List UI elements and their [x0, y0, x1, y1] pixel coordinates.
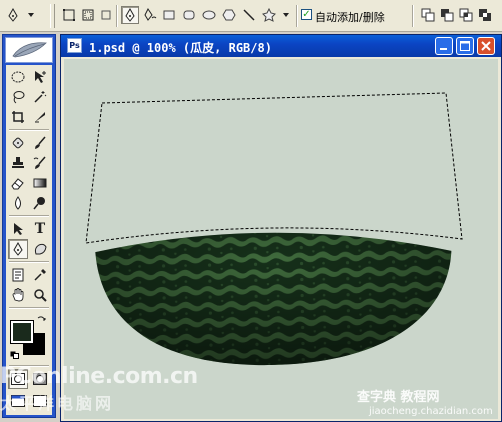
- minimize-button[interactable]: [435, 37, 453, 55]
- toolbox-body: T: [6, 65, 52, 415]
- pen-tool-icon[interactable]: [8, 239, 28, 259]
- maximize-icon: [460, 41, 470, 51]
- magic-wand-icon[interactable]: [30, 87, 50, 107]
- auto-add-delete-label: 自动添加/删除: [315, 11, 385, 24]
- dodge-tool-icon[interactable]: [30, 193, 50, 213]
- blur-tool-icon[interactable]: [8, 193, 28, 213]
- toolbox-palette: T: [2, 34, 56, 418]
- toolbar-grip: [50, 4, 55, 28]
- custom-shape-icon[interactable]: [260, 6, 278, 24]
- marquee-tool-icon[interactable]: [8, 67, 28, 87]
- history-brush-icon[interactable]: [30, 153, 50, 173]
- feather-logo-icon: [12, 42, 47, 58]
- close-button[interactable]: [477, 37, 495, 55]
- dropdown-icon[interactable]: [280, 6, 292, 24]
- maximize-button[interactable]: [456, 37, 474, 55]
- foreground-color-swatch[interactable]: [10, 320, 34, 344]
- watermark-corner-url: jiaocheng.chazidian.com: [369, 406, 493, 417]
- toolbox-separator: [9, 129, 49, 131]
- options-bar: ✓ 自动添加/删除: [0, 0, 502, 32]
- auto-add-delete-checkbox[interactable]: ✓: [301, 9, 312, 20]
- document-title: 1.psd @ 100% (瓜皮, RGB/8): [89, 41, 272, 55]
- pen-tool-icon[interactable]: [4, 6, 22, 24]
- zoom-tool-icon[interactable]: [30, 285, 50, 305]
- watermark-site-chinese: 太平洋电脑网: [0, 394, 115, 413]
- toolbox-separator: [9, 261, 49, 263]
- selection-marquee: [85, 92, 463, 244]
- polygon-icon[interactable]: [220, 6, 238, 24]
- exclude-overlap-icon[interactable]: [476, 6, 494, 24]
- toolbox-separator: [9, 215, 49, 217]
- move-tool-icon[interactable]: [30, 67, 50, 87]
- psd-file-icon: Ps: [67, 38, 82, 53]
- eraser-tool-icon[interactable]: [8, 173, 28, 193]
- paths-icon[interactable]: [79, 6, 97, 24]
- watermark-site: PConline.com.cn: [0, 364, 198, 389]
- eyedropper-tool-icon[interactable]: [30, 265, 50, 285]
- clone-stamp-icon[interactable]: [8, 153, 28, 173]
- close-icon: [481, 41, 491, 51]
- separator: [296, 5, 298, 27]
- rectangle-icon[interactable]: [160, 6, 178, 24]
- separator: [116, 5, 118, 27]
- rounded-rectangle-icon[interactable]: [180, 6, 198, 24]
- hand-tool-icon[interactable]: [8, 285, 28, 305]
- gradient-tool-icon[interactable]: [30, 173, 50, 193]
- crop-tool-icon[interactable]: [8, 107, 28, 127]
- default-colors-icon[interactable]: [9, 350, 21, 360]
- type-tool-icon[interactable]: T: [30, 219, 50, 239]
- brush-tool-icon[interactable]: [30, 133, 50, 153]
- minimize-icon: [440, 48, 447, 50]
- swap-colors-icon[interactable]: [36, 314, 48, 326]
- custom-shape-tool-icon[interactable]: [30, 239, 50, 259]
- lasso-tool-icon[interactable]: [8, 87, 28, 107]
- watermark-corner: 查字典 教程网: [357, 390, 440, 405]
- healing-brush-icon[interactable]: [8, 133, 28, 153]
- fill-pixels-icon[interactable]: [97, 6, 115, 24]
- line-icon[interactable]: [240, 6, 258, 24]
- intersect-shape-icon[interactable]: [457, 6, 475, 24]
- toolbox-separator: [9, 307, 49, 309]
- separator: [412, 5, 414, 27]
- path-selection-icon[interactable]: [8, 219, 28, 239]
- freeform-pen-icon[interactable]: [141, 6, 159, 24]
- pen-icon[interactable]: [121, 6, 139, 24]
- shape-layers-icon[interactable]: [60, 6, 78, 24]
- ellipse-icon[interactable]: [200, 6, 218, 24]
- document-titlebar[interactable]: Ps 1.psd @ 100% (瓜皮, RGB/8): [61, 35, 501, 57]
- tool-preset-dropdown-icon[interactable]: [24, 6, 38, 24]
- subtract-from-shape-icon[interactable]: [438, 6, 456, 24]
- palette-header[interactable]: [5, 37, 53, 63]
- notes-tool-icon[interactable]: [8, 265, 28, 285]
- add-to-shape-icon[interactable]: [419, 6, 437, 24]
- slice-tool-icon[interactable]: [30, 107, 50, 127]
